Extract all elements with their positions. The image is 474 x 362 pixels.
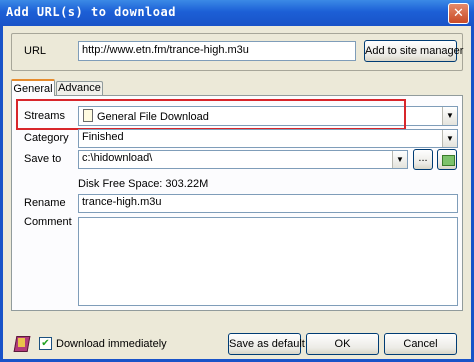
rename-label: Rename <box>24 197 66 209</box>
comment-textarea[interactable] <box>78 217 458 306</box>
save-as-default-button[interactable]: Save as default <box>228 333 305 355</box>
close-icon[interactable]: ✕ <box>448 3 469 24</box>
cancel-button[interactable]: Cancel <box>384 333 457 355</box>
dropdown-arrow-icon[interactable]: ▼ <box>392 151 407 168</box>
add-to-site-manager-button[interactable]: Add to site manager <box>364 40 463 62</box>
tab-general[interactable]: General <box>11 79 55 96</box>
streams-highlight-box <box>16 99 406 130</box>
download-immediately-label: Download immediately <box>56 338 167 350</box>
category-select[interactable]: Finished <box>78 129 458 148</box>
comment-label: Comment <box>24 216 72 228</box>
rename-input[interactable]: trance-high.m3u <box>78 194 458 213</box>
disk-free-space: Disk Free Space: 303.22M <box>78 178 209 190</box>
window-title: Add URL(s) to download <box>6 5 176 19</box>
save-to-select[interactable]: c:\hidownload\ <box>78 150 408 169</box>
tab-advance[interactable]: Advance <box>56 81 103 95</box>
folder-refresh-icon[interactable] <box>437 149 457 170</box>
url-input[interactable]: http://www.etn.fm/trance-high.m3u <box>78 41 356 61</box>
browse-button[interactable]: ... <box>413 149 433 170</box>
dropdown-arrow-icon[interactable]: ▼ <box>442 130 457 147</box>
dropdown-arrow-icon[interactable]: ▼ <box>442 107 457 125</box>
category-label: Category <box>24 132 69 144</box>
help-book-icon[interactable] <box>13 334 32 352</box>
url-label: URL <box>24 45 47 57</box>
download-immediately-checkbox[interactable]: ✔ <box>39 337 52 350</box>
save-to-label: Save to <box>24 153 62 165</box>
ok-button[interactable]: OK <box>306 333 379 355</box>
